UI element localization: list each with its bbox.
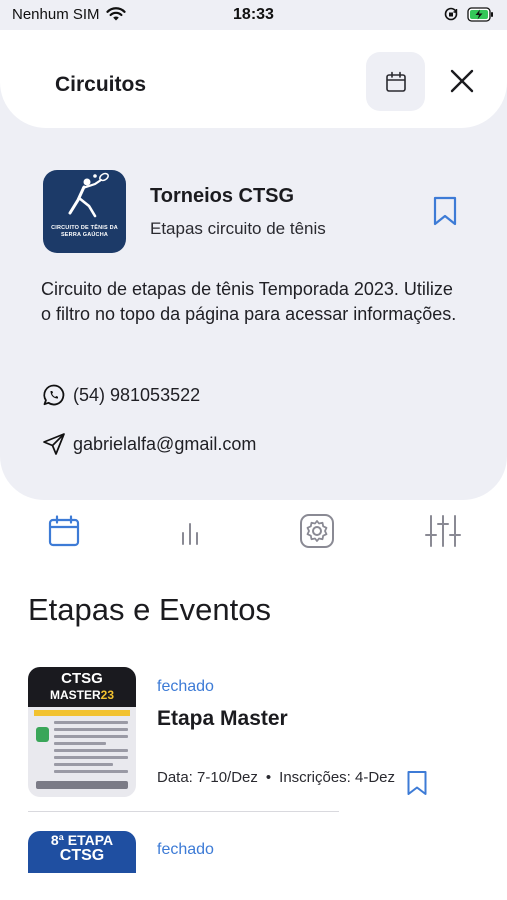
event-thumbnail[interactable]: 8ª ETAPA CTSG <box>28 831 136 873</box>
thumb-badge <box>36 727 49 742</box>
thumb-master: MASTER <box>49 688 101 702</box>
email-address: gabrielalfa@gmail.com <box>73 433 257 454</box>
orientation-lock-icon <box>444 7 458 21</box>
calendar-filter-button[interactable] <box>366 52 425 111</box>
phone-contact[interactable]: (54) 981053522 <box>42 383 200 407</box>
event-date: Data: 7-10/Dez <box>157 769 258 786</box>
tab-calendar[interactable] <box>46 513 82 549</box>
thumb-text-lines <box>54 721 128 777</box>
thumb-banner <box>34 710 130 716</box>
sliders-icon <box>425 515 461 547</box>
thumb-footer <box>36 781 128 789</box>
thumb-title: CTSG <box>61 670 103 687</box>
tab-settings[interactable] <box>299 513 335 549</box>
phone-number: (54) 981053522 <box>73 384 201 405</box>
calendar-icon <box>385 71 406 92</box>
send-icon <box>43 433 65 455</box>
whatsapp-icon <box>43 384 65 406</box>
thumb-year: 23 <box>100 688 115 702</box>
status-bar: Nenhum SIM 18:33 <box>0 0 507 30</box>
logo-text: CIRCUITO DE TÊNIS DA SERRA GAÚCHA <box>51 225 118 238</box>
event-thumbnail[interactable]: CTSG MASTER23 <box>28 667 136 797</box>
thumb-title: CTSG <box>59 847 105 864</box>
tab-filters[interactable] <box>425 513 461 549</box>
event-registration: Inscrições: 4-Dez <box>279 769 396 786</box>
battery-charging-icon <box>467 6 493 22</box>
bar-chart-icon <box>182 523 198 545</box>
separator-dot: • <box>265 769 272 786</box>
bookmark-icon <box>407 771 427 795</box>
circuit-logo: CIRCUITO DE TÊNIS DA SERRA GAÚCHA <box>43 170 126 253</box>
bookmark-icon <box>433 196 457 226</box>
event-status: fechado <box>157 678 214 695</box>
event-bookmark-button[interactable] <box>406 770 428 796</box>
close-icon <box>450 69 474 93</box>
circuit-description: Circuito de etapas de tênis Temporada 20… <box>41 279 457 324</box>
section-title: Etapas e Eventos <box>28 592 271 627</box>
page-title: Circuitos <box>55 73 147 96</box>
email-contact[interactable]: gabrielalfa@gmail.com <box>42 432 256 456</box>
close-button[interactable] <box>443 62 481 100</box>
profile-subtitle: Etapas circuito de tênis <box>150 219 326 238</box>
thumb-stage: 8ª ETAPA <box>50 832 114 848</box>
profile-name: Torneios CTSG <box>150 185 295 207</box>
tab-ranking[interactable] <box>172 513 208 549</box>
calendar-icon <box>48 515 80 547</box>
bookmark-button[interactable] <box>432 196 458 226</box>
clock: 18:33 <box>233 6 274 23</box>
header-card: Circuitos <box>0 30 507 128</box>
gear-icon <box>300 514 334 548</box>
event-title[interactable]: Etapa Master <box>157 707 288 731</box>
event-status: fechado <box>157 841 214 858</box>
event-meta: Data: 7-10/Dez • Inscrições: 4-Dez <box>157 769 395 786</box>
tennis-player-icon <box>68 172 109 218</box>
list-divider <box>28 811 339 812</box>
